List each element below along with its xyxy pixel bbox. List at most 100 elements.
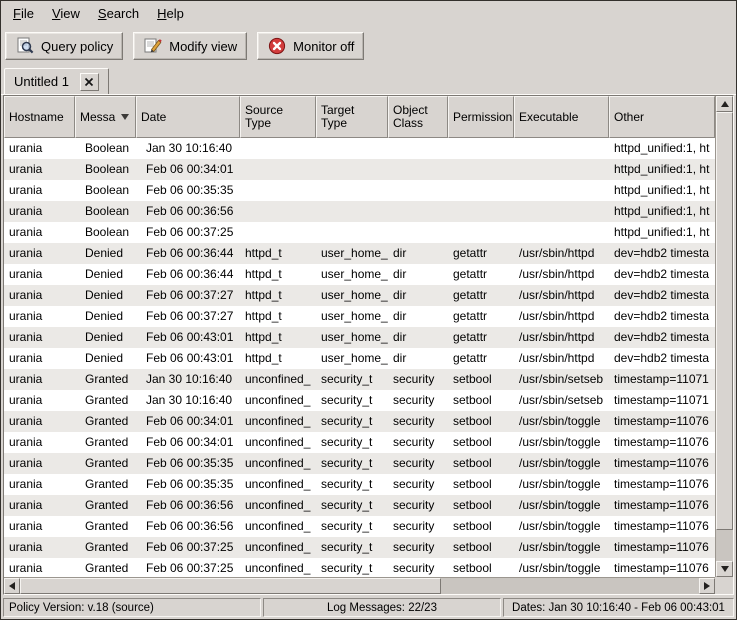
table-row[interactable]: uraniaGrantedFeb 06 00:36:56unconfined_s… [4, 495, 715, 516]
tab-untitled-1[interactable]: Untitled 1 [4, 68, 109, 94]
cell-date: Feb 06 00:34:01 [136, 411, 240, 432]
cell-other: dev=hdb2 timesta [609, 243, 715, 264]
table-row[interactable]: uraniaDeniedFeb 06 00:37:27httpd_tuser_h… [4, 306, 715, 327]
column-header-hostname[interactable]: Hostname [4, 96, 75, 138]
menu-item-search[interactable]: Search [89, 1, 148, 27]
column-header-executable[interactable]: Executable [514, 96, 609, 138]
cell-source-type: unconfined_ [240, 474, 316, 495]
cell-object-class: security [388, 558, 448, 577]
vertical-scrollbar[interactable] [715, 96, 733, 577]
scroll-up-button[interactable] [716, 96, 733, 112]
scroll-right-button[interactable] [699, 578, 715, 594]
column-header-date[interactable]: Date [136, 96, 240, 138]
query-policy-button[interactable]: Query policy [5, 32, 123, 60]
column-header-message[interactable]: Messa [75, 96, 136, 138]
cell-permission: setbool [448, 516, 514, 537]
menu-item-help[interactable]: Help [148, 1, 193, 27]
column-header-permission[interactable]: Permission [448, 96, 514, 138]
table-row[interactable]: uraniaGrantedFeb 06 00:36:56unconfined_s… [4, 516, 715, 537]
table-row[interactable]: uraniaDeniedFeb 06 00:36:44httpd_tuser_h… [4, 243, 715, 264]
table-row[interactable]: uraniaGrantedFeb 06 00:34:01unconfined_s… [4, 432, 715, 453]
cell-message: Boolean [75, 180, 136, 201]
cell-other: httpd_unified:1, ht [609, 180, 715, 201]
table-row[interactable]: uraniaGrantedJan 30 10:16:40unconfined_s… [4, 369, 715, 390]
column-header-object-class[interactable]: Object Class [388, 96, 448, 138]
cell-object-class [388, 201, 448, 222]
cell-target-type: security_t [316, 495, 388, 516]
cell-date: Feb 06 00:37:25 [136, 558, 240, 577]
column-header-source-type[interactable]: Source Type [240, 96, 316, 138]
cell-target-type [316, 138, 388, 159]
cell-hostname: urania [4, 453, 75, 474]
table-row[interactable]: uraniaBooleanFeb 06 00:36:56httpd_unifie… [4, 201, 715, 222]
table-row[interactable]: uraniaDeniedFeb 06 00:43:01httpd_tuser_h… [4, 348, 715, 369]
table-row[interactable]: uraniaDeniedFeb 06 00:43:01httpd_tuser_h… [4, 327, 715, 348]
cell-hostname: urania [4, 201, 75, 222]
cell-message: Granted [75, 411, 136, 432]
cell-hostname: urania [4, 264, 75, 285]
horizontal-scrollbar[interactable] [4, 577, 715, 594]
cell-executable: /usr/sbin/toggle [514, 453, 609, 474]
cell-executable: /usr/sbin/toggle [514, 411, 609, 432]
cell-hostname: urania [4, 390, 75, 411]
table-row[interactable]: uraniaGrantedFeb 06 00:34:01unconfined_s… [4, 411, 715, 432]
table-row[interactable]: uraniaBooleanFeb 06 00:37:25httpd_unifie… [4, 222, 715, 243]
tab-close-button[interactable] [80, 73, 99, 91]
table-row[interactable]: uraniaDeniedFeb 06 00:36:44httpd_tuser_h… [4, 264, 715, 285]
cell-permission: getattr [448, 327, 514, 348]
table-row[interactable]: uraniaGrantedFeb 06 00:37:25unconfined_s… [4, 537, 715, 558]
table-row[interactable]: uraniaBooleanJan 30 10:16:40httpd_unifie… [4, 138, 715, 159]
scroll-down-button[interactable] [716, 561, 733, 577]
table-row[interactable]: uraniaBooleanFeb 06 00:34:01httpd_unifie… [4, 159, 715, 180]
cell-object-class [388, 159, 448, 180]
cell-permission: getattr [448, 264, 514, 285]
cell-message: Granted [75, 390, 136, 411]
horizontal-scroll-track[interactable] [20, 578, 699, 594]
modify-view-button[interactable]: Modify view [133, 32, 247, 60]
cell-hostname: urania [4, 327, 75, 348]
table-row[interactable]: uraniaDeniedFeb 06 00:37:27httpd_tuser_h… [4, 285, 715, 306]
cell-hostname: urania [4, 222, 75, 243]
cell-target-type [316, 201, 388, 222]
cell-target-type: security_t [316, 432, 388, 453]
horizontal-scroll-thumb[interactable] [20, 578, 441, 594]
column-label-message: Messa [80, 111, 115, 124]
menu-item-view[interactable]: View [43, 1, 89, 27]
cell-object-class: dir [388, 306, 448, 327]
cell-date: Jan 30 10:16:40 [136, 138, 240, 159]
column-header-other[interactable]: Other [609, 96, 715, 138]
monitor-off-button[interactable]: Monitor off [257, 32, 364, 60]
column-label-hostname: Hostname [9, 111, 64, 124]
cell-executable [514, 138, 609, 159]
table-row[interactable]: uraniaBooleanFeb 06 00:35:35httpd_unifie… [4, 180, 715, 201]
cell-other: timestamp=11076 [609, 495, 715, 516]
cell-permission: getattr [448, 285, 514, 306]
cell-other: dev=hdb2 timesta [609, 327, 715, 348]
table-row[interactable]: uraniaGrantedFeb 06 00:35:35unconfined_s… [4, 474, 715, 495]
cell-hostname: urania [4, 432, 75, 453]
vertical-scroll-thumb[interactable] [716, 112, 733, 530]
cell-object-class: dir [388, 348, 448, 369]
sort-desc-icon [121, 114, 129, 120]
cell-message: Granted [75, 453, 136, 474]
cell-hostname: urania [4, 243, 75, 264]
cell-source-type: unconfined_ [240, 516, 316, 537]
cell-date: Feb 06 00:34:01 [136, 159, 240, 180]
menubar: FileViewSearchHelp [1, 1, 736, 27]
table-row[interactable]: uraniaGrantedFeb 06 00:37:25unconfined_s… [4, 558, 715, 577]
cell-date: Feb 06 00:34:01 [136, 432, 240, 453]
table-row[interactable]: uraniaGrantedFeb 06 00:35:35unconfined_s… [4, 453, 715, 474]
cell-source-type: unconfined_ [240, 411, 316, 432]
cell-executable [514, 201, 609, 222]
menu-item-file[interactable]: File [4, 1, 43, 27]
table-row[interactable]: uraniaGrantedJan 30 10:16:40unconfined_s… [4, 390, 715, 411]
cell-other: httpd_unified:1, ht [609, 201, 715, 222]
scroll-left-button[interactable] [4, 578, 20, 594]
cell-permission: setbool [448, 537, 514, 558]
cell-date: Feb 06 00:37:27 [136, 285, 240, 306]
column-label-other: Other [614, 111, 644, 124]
cell-other: dev=hdb2 timesta [609, 264, 715, 285]
table-body: uraniaBooleanJan 30 10:16:40httpd_unifie… [4, 138, 715, 577]
column-header-target-type[interactable]: Target Type [316, 96, 388, 138]
vertical-scroll-track[interactable] [716, 112, 733, 561]
